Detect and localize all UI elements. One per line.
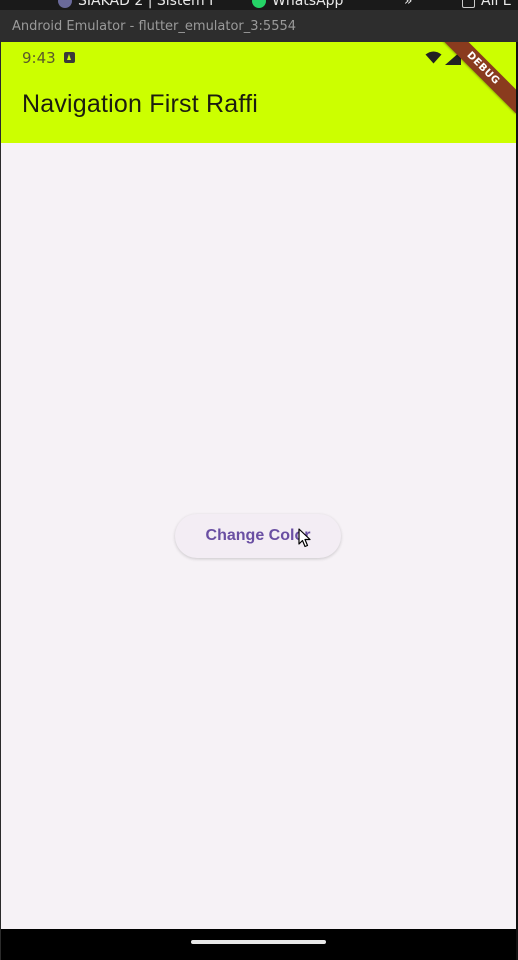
status-time: 9:43 — [22, 49, 56, 67]
mouse-cursor-icon — [298, 528, 311, 548]
siakad-icon — [58, 0, 72, 8]
change-color-button[interactable]: Change Color — [175, 514, 341, 558]
taskbar-item-label: All E — [481, 0, 512, 9]
window-title: Android Emulator - flutter_emulator_3:55… — [12, 18, 297, 34]
app-title: Navigation First Raffi — [22, 90, 258, 118]
taskbar-item-whatsapp[interactable]: WhatsApp — [252, 0, 343, 9]
document-icon — [462, 0, 475, 8]
taskbar-item-label: WhatsApp — [272, 0, 344, 9]
taskbar-item-label: SIAKAD 2 | Sistem I — [78, 0, 214, 9]
taskbar-overflow[interactable]: » — [404, 0, 413, 9]
overflow-chevron-icon: » — [404, 0, 413, 9]
home-handle[interactable] — [191, 940, 326, 944]
system-nav-bar — [1, 929, 516, 960]
status-bar: 9:43 — [1, 42, 516, 74]
taskbar-item-all[interactable]: All E — [462, 0, 512, 9]
change-color-button-label: Change Color — [205, 527, 311, 544]
wifi-icon — [425, 51, 442, 64]
taskbar: SIAKAD 2 | Sistem I WhatsApp » All E — [0, 0, 518, 10]
emulator-window: SIAKAD 2 | Sistem I WhatsApp » All E And… — [0, 0, 518, 960]
app-bar: 9:43 Navigation First Raffi DEBUG — [1, 42, 516, 143]
window-titlebar[interactable]: Android Emulator - flutter_emulator_3:55… — [0, 10, 518, 42]
whatsapp-icon — [252, 0, 266, 8]
phone-screen: 9:43 Navigation First Raffi DEBUG Change… — [1, 42, 516, 960]
notification-a-icon — [64, 52, 75, 63]
taskbar-item-siakad[interactable]: SIAKAD 2 | Sistem I — [58, 0, 213, 9]
